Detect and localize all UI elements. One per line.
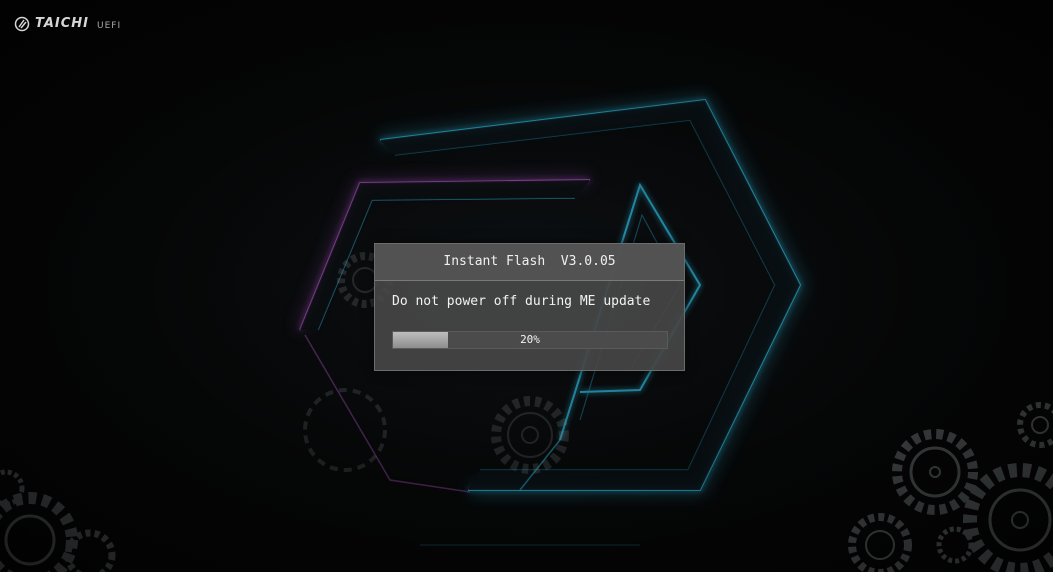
instant-flash-dialog: Instant Flash V3.0.05 Do not power off d… [374, 243, 685, 371]
taichi-emblem-icon [14, 16, 30, 32]
uefi-screen: TAICHI UEFI Instant Flash V3.0.05 Do not… [0, 0, 1053, 572]
dialog-title: Instant Flash V3.0.05 [375, 244, 684, 281]
brand-name: TAICHI [35, 16, 90, 31]
progress-bar: 20% [392, 331, 668, 349]
dialog-message: Do not power off during ME update [392, 294, 651, 309]
brand-header: TAICHI UEFI [14, 12, 121, 32]
progress-label: 20% [520, 333, 540, 346]
brand-subtitle: UEFI [97, 21, 122, 31]
